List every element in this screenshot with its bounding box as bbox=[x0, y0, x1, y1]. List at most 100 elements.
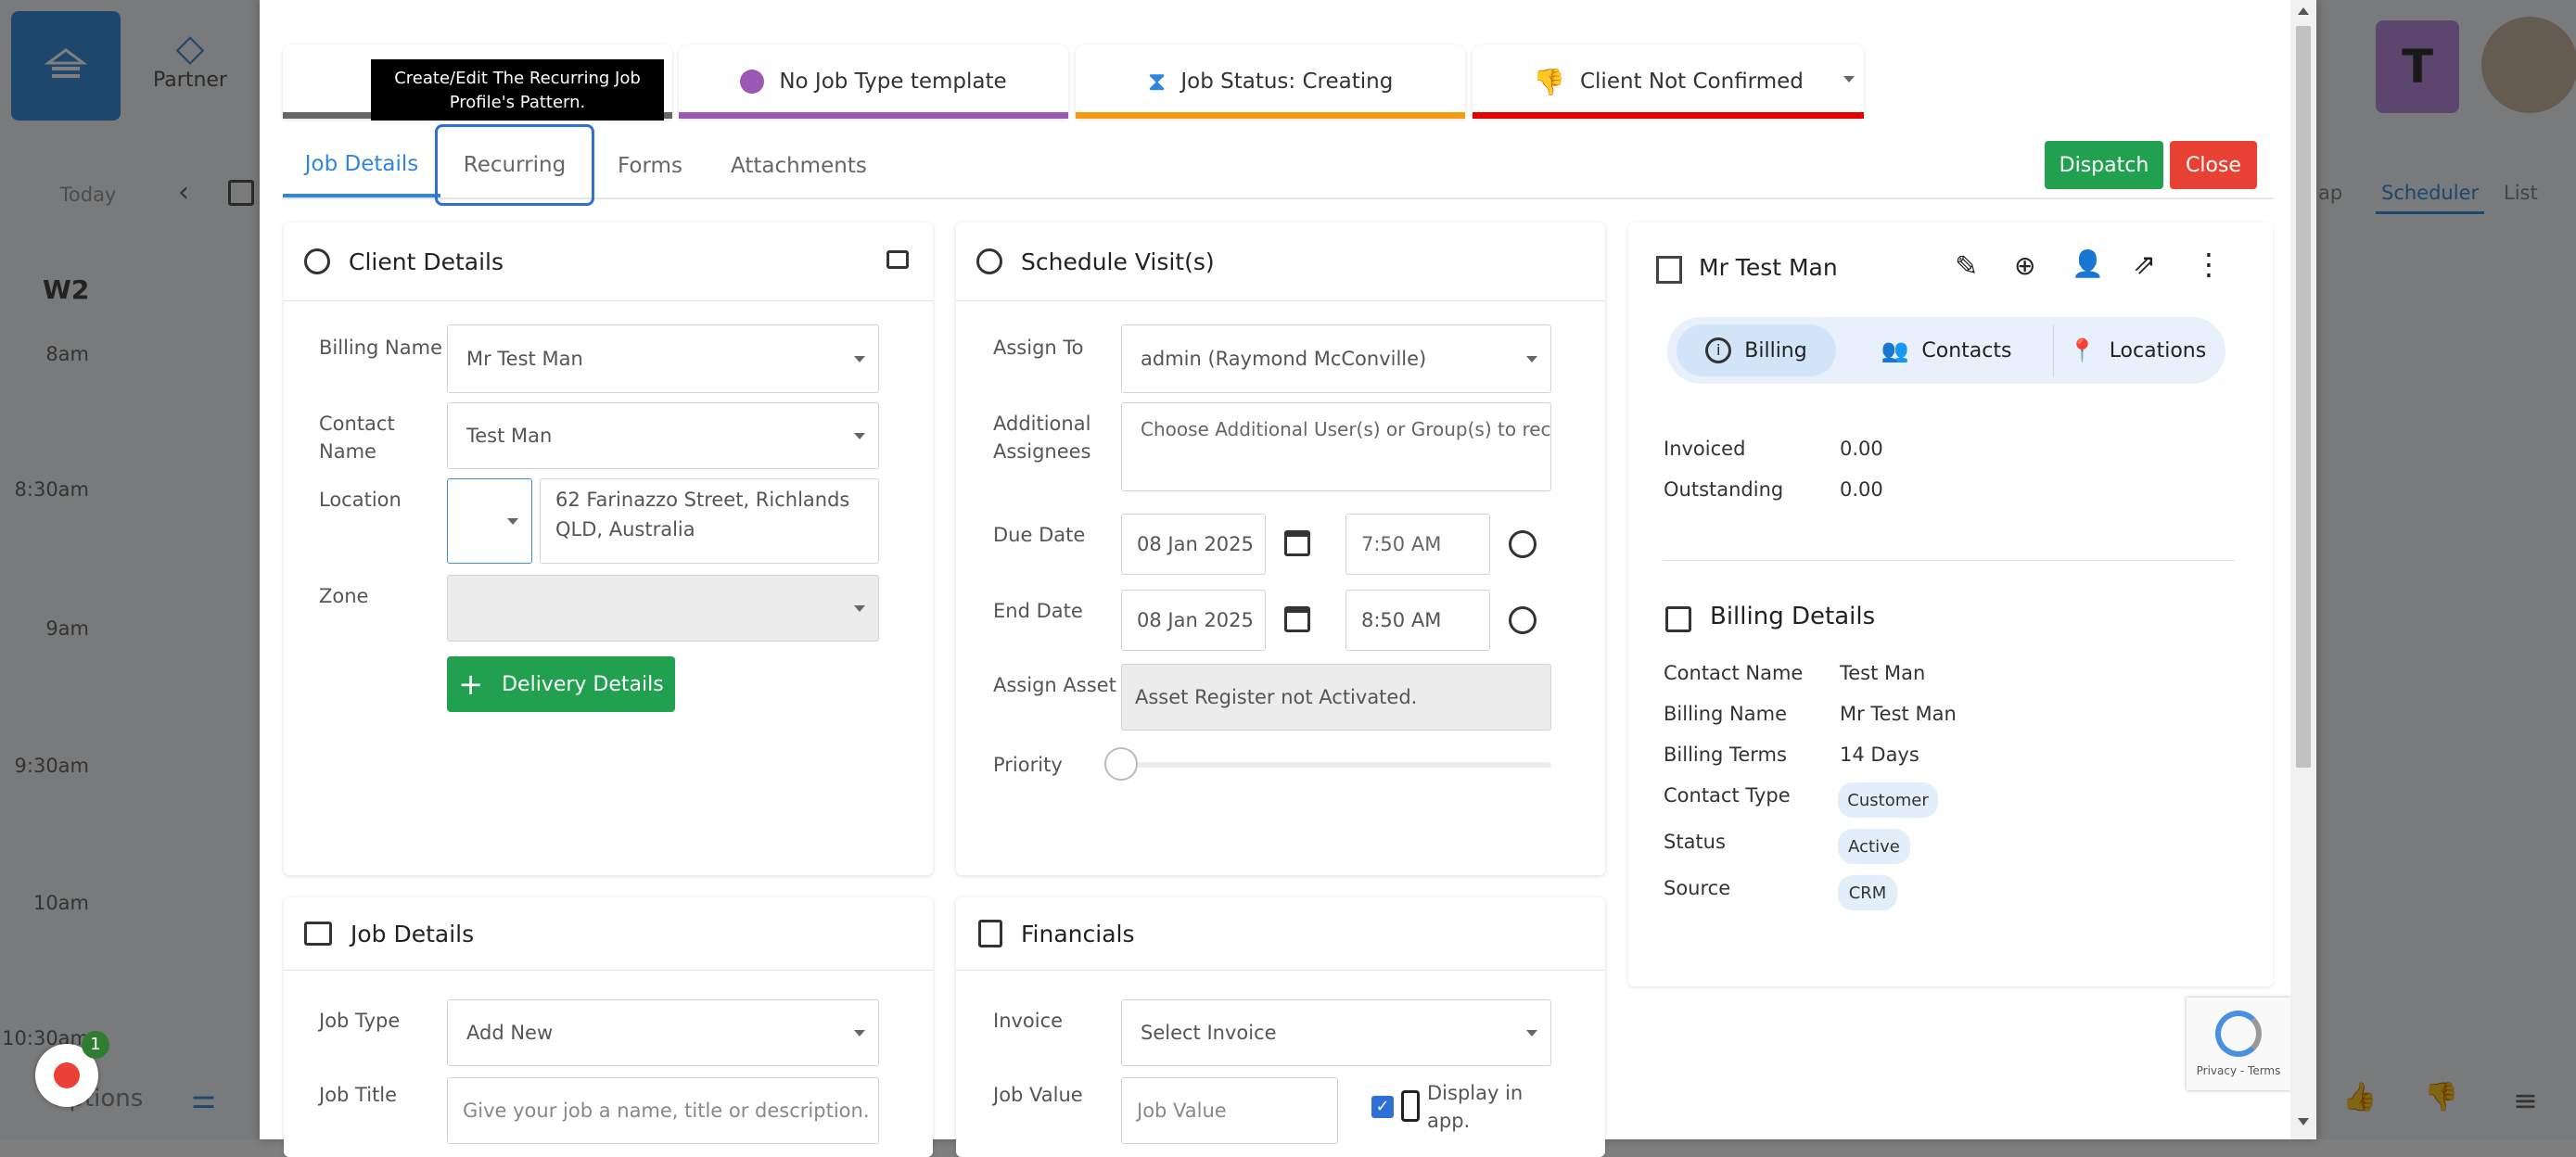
outstanding-label: Outstanding bbox=[1664, 478, 1784, 501]
schedule-visits-card: Schedule Visit(s) Assign To admin (Raymo… bbox=[956, 222, 1605, 875]
job-type-select[interactable]: Add New bbox=[447, 999, 879, 1066]
billing-name-row-label: Billing Name bbox=[1664, 703, 1788, 725]
client-details-card: Client Details Billing Name Mr Test Man … bbox=[284, 222, 933, 875]
job-value-label: Job Value bbox=[993, 1084, 1083, 1106]
notification-badge: 1 bbox=[82, 1031, 109, 1059]
panel-divider bbox=[1664, 560, 2235, 561]
job-title-input[interactable]: Give your job a name, title or descripti… bbox=[447, 1077, 879, 1144]
tab-job-details[interactable]: Job Details bbox=[283, 134, 440, 197]
job-details-title: Job Details bbox=[351, 920, 475, 947]
billing-name-select[interactable]: Mr Test Man bbox=[447, 324, 879, 393]
clock-icon bbox=[976, 248, 1002, 274]
thumbs-down-icon: 👎 bbox=[1533, 66, 1565, 97]
scroll-down-arrow-icon[interactable] bbox=[2298, 1118, 2309, 1125]
due-date-input[interactable]: 08 Jan 2025 bbox=[1121, 514, 1266, 575]
priority-label: Priority bbox=[993, 754, 1063, 776]
status-badge: Active bbox=[1838, 829, 1910, 864]
end-clock-icon[interactable] bbox=[1509, 606, 1537, 634]
client-confirm-label: Client Not Confirmed bbox=[1579, 70, 1804, 94]
due-clock-icon[interactable] bbox=[1509, 530, 1537, 558]
job-type-card[interactable]: No Job Type template bbox=[679, 44, 1068, 119]
schedule-visits-title: Schedule Visit(s) bbox=[1021, 248, 1215, 275]
close-button[interactable]: Close bbox=[2170, 141, 2257, 189]
job-type-label: Job Type bbox=[319, 1010, 401, 1032]
zone-label: Zone bbox=[319, 585, 369, 607]
users-icon: 👥 bbox=[1881, 337, 1909, 363]
contact-name-label: Contact Name bbox=[319, 413, 395, 463]
contact-name-row-label: Contact Name bbox=[1664, 662, 1804, 684]
additional-assignees-input[interactable]: Choose Additional User(s) or Group(s) to… bbox=[1121, 402, 1551, 491]
contact-type-chip: Customer bbox=[1838, 782, 1938, 818]
job-status-card[interactable]: ⧗ Job Status: Creating bbox=[1076, 44, 1465, 119]
delivery-details-button[interactable]: + Delivery Details bbox=[447, 656, 675, 712]
recaptcha-terms[interactable]: Privacy - Terms bbox=[2187, 1064, 2290, 1077]
assign-to-select[interactable]: admin (Raymond McConville) bbox=[1121, 324, 1551, 393]
panel-tab-locations[interactable]: 📍 Locations bbox=[2053, 324, 2221, 376]
billing-details-icon bbox=[1665, 606, 1691, 632]
end-date-input[interactable]: 08 Jan 2025 bbox=[1121, 590, 1266, 651]
add-user-icon[interactable]: 👤 bbox=[2072, 248, 2104, 279]
tab-attachments[interactable]: Attachments bbox=[731, 134, 867, 197]
job-value-input[interactable]: Job Value bbox=[1121, 1077, 1338, 1144]
contact-type-row-label: Contact Type bbox=[1664, 784, 1791, 807]
end-calendar-icon[interactable] bbox=[1284, 606, 1310, 632]
contact-name-select[interactable]: Test Man bbox=[447, 402, 879, 469]
due-calendar-icon[interactable] bbox=[1284, 530, 1310, 556]
more-vertical-icon[interactable]: ⋮ bbox=[2194, 247, 2224, 282]
hourglass-icon: ⧗ bbox=[1147, 66, 1167, 96]
priority-slider-handle[interactable] bbox=[1104, 747, 1138, 781]
due-time-input[interactable]: 7:50 AM bbox=[1345, 514, 1490, 575]
priority-slider-track[interactable] bbox=[1121, 762, 1551, 768]
outstanding-value: 0.00 bbox=[1840, 478, 1883, 501]
job-type-label: No Job Type template bbox=[779, 70, 1007, 94]
external-link-icon[interactable]: ⇗ bbox=[2133, 248, 2156, 281]
status-row-label: Status bbox=[1664, 831, 1726, 853]
recaptcha-badge[interactable]: Privacy - Terms bbox=[2187, 998, 2290, 1090]
scroll-up-arrow-icon[interactable] bbox=[2298, 7, 2309, 15]
modal-scrollbar[interactable] bbox=[2290, 0, 2316, 1139]
building-icon bbox=[1656, 256, 1682, 284]
client-panel: Mr Test Man ✎ ⊕ 👤 ⇗ ⋮ i Billing 👥 Contac… bbox=[1628, 222, 2273, 986]
contact-name-row-value: Test Man bbox=[1840, 662, 1926, 684]
tab-recurring[interactable]: Recurring bbox=[435, 124, 594, 206]
info-icon: i bbox=[1705, 337, 1732, 363]
dispatch-button[interactable]: Dispatch bbox=[2045, 141, 2163, 189]
end-time-input[interactable]: 8:50 AM bbox=[1345, 590, 1490, 651]
assign-asset-field: Asset Register not Activated. bbox=[1121, 664, 1551, 731]
billing-terms-row-label: Billing Terms bbox=[1664, 744, 1787, 766]
briefcase-icon bbox=[304, 922, 332, 946]
client-name: Mr Test Man bbox=[1699, 254, 1838, 281]
billing-name-label: Billing Name bbox=[319, 337, 443, 359]
invoice-select[interactable]: Select Invoice bbox=[1121, 999, 1551, 1066]
assign-asset-label: Assign Asset bbox=[993, 674, 1116, 696]
job-status-label: Job Status: Creating bbox=[1180, 70, 1394, 94]
location-dropdown[interactable] bbox=[447, 478, 532, 564]
billing-details-title: Billing Details bbox=[1710, 603, 1876, 630]
user-circle-icon bbox=[304, 248, 330, 274]
additional-assignees-label: Additional Assignees bbox=[993, 413, 1091, 463]
plus-icon: + bbox=[458, 667, 484, 702]
job-type-dot-icon bbox=[740, 70, 765, 94]
display-in-app-checkbox[interactable]: ✓ bbox=[1371, 1096, 1394, 1118]
edit-icon[interactable]: ✎ bbox=[1955, 250, 1978, 283]
panel-tab-billing-label: Billing bbox=[1744, 338, 1807, 362]
client-confirm-card[interactable]: 👎 Client Not Confirmed bbox=[1473, 44, 1864, 119]
zone-select[interactable] bbox=[447, 575, 879, 642]
panel-tab-contacts-label: Contacts bbox=[1921, 338, 2012, 362]
panel-tab-billing[interactable]: i Billing bbox=[1677, 324, 1836, 376]
video-icon[interactable] bbox=[886, 250, 909, 269]
scrollbar-thumb[interactable] bbox=[2296, 26, 2311, 768]
billing-terms-row-value: 14 Days bbox=[1840, 744, 1919, 766]
job-title-label: Job Title bbox=[319, 1084, 398, 1106]
invoice-label: Invoice bbox=[993, 1010, 1064, 1032]
tab-forms[interactable]: Forms bbox=[618, 134, 682, 197]
job-modal: No Job Type template ⧗ Job Status: Creat… bbox=[260, 0, 2316, 1157]
chevron-down-icon[interactable] bbox=[1843, 76, 1855, 83]
panel-tab-contacts[interactable]: 👥 Contacts bbox=[1858, 324, 2034, 376]
financials-title: Financials bbox=[1021, 920, 1135, 947]
client-details-title: Client Details bbox=[349, 248, 504, 275]
panel-tab-locations-label: Locations bbox=[2109, 338, 2207, 362]
map-pin-icon: 📍 bbox=[2068, 337, 2097, 363]
location-textarea[interactable]: 62 Farinazzo Street, Richlands QLD, Aust… bbox=[540, 478, 879, 564]
add-location-icon[interactable]: ⊕ bbox=[2014, 250, 2035, 281]
